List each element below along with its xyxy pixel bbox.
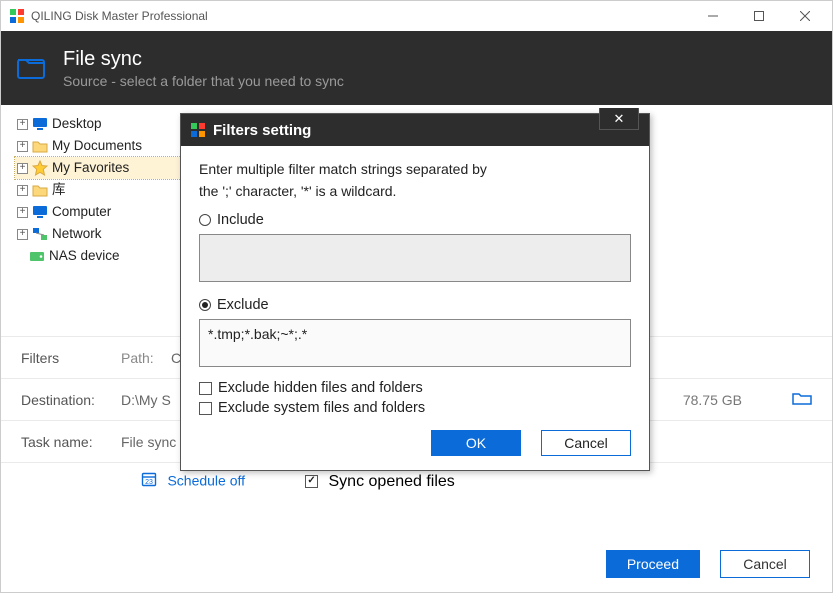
tree-label: My Documents: [52, 135, 142, 157]
monitor-icon: [32, 205, 48, 219]
taskname-value[interactable]: File sync: [121, 434, 176, 450]
tree-label: 库: [52, 179, 66, 201]
proceed-button[interactable]: Proceed: [606, 550, 700, 578]
filters-dialog: ✕ Filters setting Enter multiple filter …: [180, 113, 650, 471]
svg-text:23: 23: [145, 479, 153, 486]
page-header: File sync Source - select a folder that …: [1, 31, 832, 105]
close-button[interactable]: [782, 1, 828, 31]
tree-node-desktop[interactable]: + Desktop: [15, 113, 195, 135]
cancel-button[interactable]: Cancel: [720, 550, 810, 578]
radio-icon: [199, 299, 211, 311]
dialog-intro-line2: the ';' character, '*' is a wildcard.: [199, 180, 631, 202]
tree-node-nas[interactable]: NAS device: [15, 245, 195, 267]
radio-icon: [199, 214, 211, 226]
path-label: Path:: [121, 350, 171, 366]
checkbox-icon: [305, 475, 318, 488]
checkbox-icon: [199, 382, 212, 395]
dialog-intro-line1: Enter multiple filter match strings sepa…: [199, 158, 631, 180]
expand-icon[interactable]: +: [17, 119, 28, 130]
exclude-hidden-label: Exclude hidden files and folders: [218, 380, 423, 396]
network-icon: [32, 227, 48, 241]
calendar-icon: 23: [141, 471, 157, 492]
schedule-label: Schedule off: [167, 473, 245, 489]
tree-label: Desktop: [52, 113, 102, 135]
browse-destination-icon[interactable]: [792, 391, 812, 408]
folder-icon: [32, 183, 48, 197]
page-subtitle: Source - select a folder that you need t…: [63, 73, 344, 89]
tree-label: Computer: [52, 201, 111, 223]
destination-value: D:\My S: [121, 392, 171, 408]
window-titlebar: QILING Disk Master Professional: [1, 1, 832, 31]
page-title: File sync: [63, 48, 344, 71]
sync-opened-checkbox[interactable]: Sync opened files: [305, 473, 455, 491]
ok-button[interactable]: OK: [431, 430, 521, 456]
schedule-link[interactable]: 23 Schedule off: [141, 471, 245, 492]
app-icon: [191, 123, 205, 137]
nas-icon: [29, 249, 45, 263]
exclude-label: Exclude: [217, 297, 269, 313]
tree-node-network[interactable]: + Network: [15, 223, 195, 245]
dialog-intro: Enter multiple filter match strings sepa…: [199, 158, 631, 202]
filters-link[interactable]: Filters: [21, 350, 121, 366]
exclude-hidden-checkbox[interactable]: Exclude hidden files and folders: [199, 380, 631, 396]
main-action-buttons: Proceed Cancel: [606, 550, 810, 578]
include-input[interactable]: [199, 234, 631, 282]
sync-opened-label: Sync opened files: [329, 473, 455, 490]
maximize-button[interactable]: [736, 1, 782, 31]
dialog-close-button[interactable]: ✕: [599, 108, 639, 130]
destination-free-space: 78.75 GB: [683, 392, 782, 408]
app-icon: [9, 8, 25, 24]
exclude-system-label: Exclude system files and folders: [218, 400, 425, 416]
expand-icon[interactable]: +: [17, 163, 28, 174]
expand-icon[interactable]: +: [17, 185, 28, 196]
taskname-label: Task name:: [21, 434, 121, 450]
tree-label: My Favorites: [52, 157, 129, 179]
exclude-radio[interactable]: Exclude: [199, 297, 631, 313]
folder-tree: + Desktop + My Documents + My Favorites …: [15, 113, 195, 267]
include-radio[interactable]: Include: [199, 212, 631, 228]
dialog-titlebar: Filters setting: [181, 114, 649, 146]
tree-label: Network: [52, 223, 102, 245]
tree-node-favorites[interactable]: + My Favorites: [15, 157, 195, 179]
destination-label: Destination:: [21, 392, 121, 408]
dialog-cancel-button[interactable]: Cancel: [541, 430, 631, 456]
tree-node-documents[interactable]: + My Documents: [15, 135, 195, 157]
dialog-title: Filters setting: [213, 122, 311, 139]
checkbox-icon: [199, 402, 212, 415]
monitor-icon: [32, 117, 48, 131]
folder-icon: [32, 139, 48, 153]
exclude-system-checkbox[interactable]: Exclude system files and folders: [199, 400, 631, 416]
include-label: Include: [217, 212, 264, 228]
sync-folder-icon: [17, 56, 47, 80]
expand-icon[interactable]: +: [17, 141, 28, 152]
expand-icon[interactable]: +: [17, 207, 28, 218]
star-icon: [32, 161, 48, 175]
expand-icon[interactable]: +: [17, 229, 28, 240]
exclude-input[interactable]: [199, 319, 631, 367]
dialog-buttons: OK Cancel: [199, 430, 631, 456]
tree-label: NAS device: [49, 245, 120, 267]
tree-node-library[interactable]: + 库: [15, 179, 195, 201]
minimize-button[interactable]: [690, 1, 736, 31]
window-title: QILING Disk Master Professional: [31, 9, 208, 23]
tree-node-computer[interactable]: + Computer: [15, 201, 195, 223]
